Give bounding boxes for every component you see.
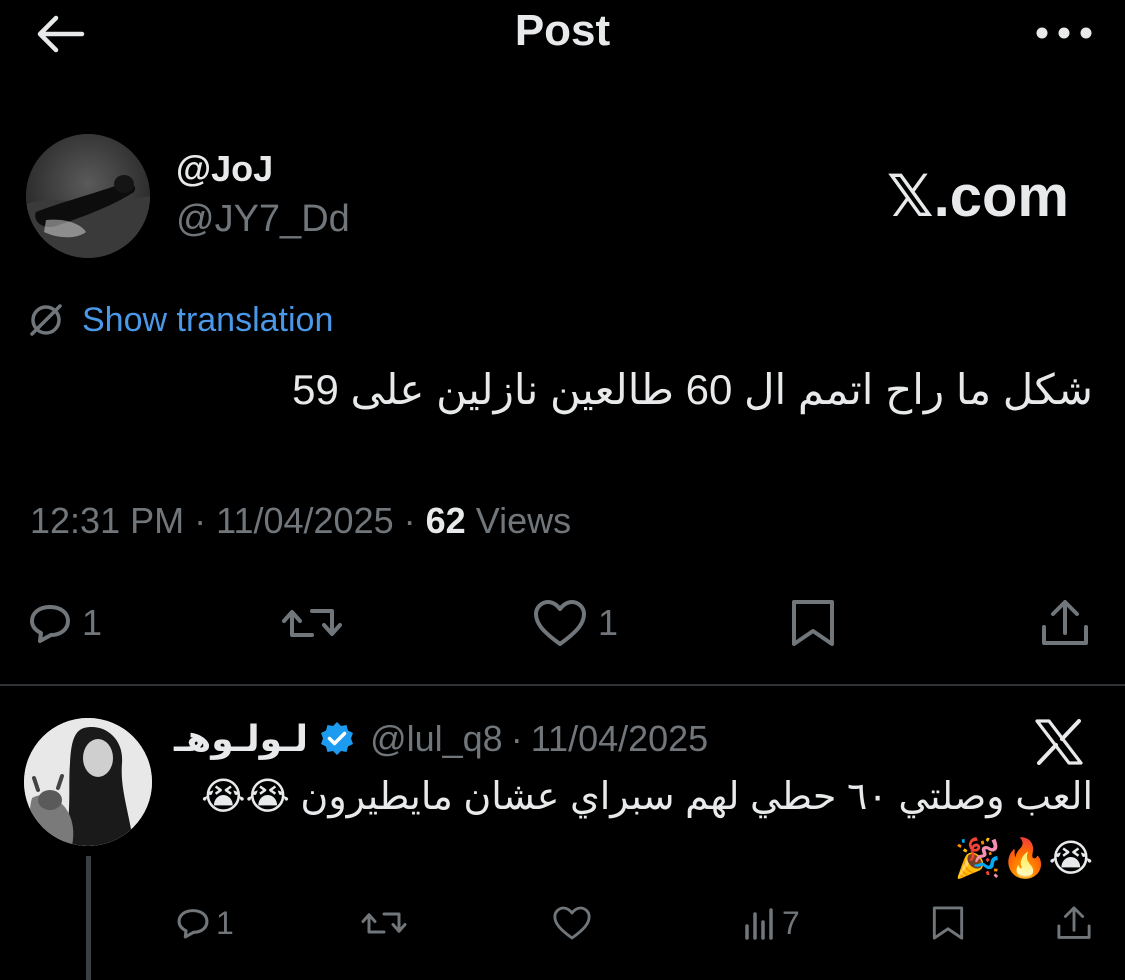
post-date: 11/04/2025: [216, 500, 394, 541]
like-icon: [534, 600, 586, 646]
reply-views-count: 7: [782, 904, 800, 941]
x-logo-icon: [1035, 719, 1083, 765]
views-label: Views: [475, 500, 572, 541]
reply-repost-button[interactable]: [360, 888, 408, 958]
author-avatar[interactable]: [26, 134, 150, 258]
reply-like-button[interactable]: [552, 888, 592, 958]
reply-date[interactable]: 11/04/2025: [531, 718, 709, 760]
watermark-text: 𝕏.com: [886, 164, 1069, 229]
reply-share-button[interactable]: [1056, 888, 1092, 958]
reply-avatar[interactable]: [24, 718, 152, 846]
reply-separator: ·: [510, 718, 523, 759]
reply-count: 1: [82, 602, 103, 643]
reply-actions: 1 7: [0, 888, 1125, 958]
page-title: Post: [514, 6, 611, 55]
avatar-image: [24, 718, 152, 846]
author-display-name[interactable]: @JoJ: [176, 148, 273, 190]
share-button[interactable]: [1040, 588, 1090, 658]
views-icon: [745, 908, 773, 940]
like-icon: [553, 906, 591, 940]
like-count: 1: [598, 602, 619, 643]
post-text: شكل ما راح اتمم ال 60 طالعين نازلين على …: [292, 366, 1093, 413]
post-actions: 1 1: [0, 588, 1125, 658]
show-translation-link[interactable]: Show translation: [26, 298, 333, 342]
top-bar: Post: [0, 0, 1125, 70]
meta-separator: ·: [194, 500, 217, 541]
verified-icon: [321, 722, 354, 755]
x-com-watermark: 𝕏.com: [887, 164, 1069, 229]
post-page: Post @JoJ @JY7_Dd 𝕏.com Show translation…: [0, 0, 1125, 980]
reply-bookmark-button[interactable]: [930, 888, 966, 958]
reply-views-button[interactable]: 7: [744, 888, 800, 958]
share-icon: [1042, 600, 1088, 645]
reply-button[interactable]: 1: [28, 588, 102, 658]
avatar-image: [26, 134, 150, 258]
divider: [0, 684, 1125, 686]
meta-separator: ·: [403, 500, 426, 541]
bookmark-icon: [932, 906, 964, 940]
reply-reply-count: 1: [216, 904, 234, 941]
reply-icon: [30, 605, 70, 643]
retweet-icon: [282, 609, 342, 637]
more-icon: [1036, 27, 1092, 39]
x-logo: [1031, 716, 1087, 768]
reply-icon: [177, 909, 209, 939]
post-time: 12:31 PM: [30, 500, 185, 541]
reply-display-name[interactable]: لـولـوهـ: [174, 718, 308, 760]
like-button[interactable]: 1: [532, 588, 618, 658]
reply-handle[interactable]: @lul_q8: [370, 718, 503, 760]
retweet-icon: [361, 912, 407, 934]
reply-text: العب وصلتي ٦٠ حطي لهم سبراي عشان مايطيرو…: [201, 776, 1093, 880]
repost-button[interactable]: [280, 588, 344, 658]
views-count[interactable]: 62: [426, 500, 466, 541]
share-icon: [1057, 906, 1091, 939]
author-handle[interactable]: @JY7_Dd: [176, 198, 350, 241]
more-options-button[interactable]: [1029, 10, 1099, 56]
post-meta: 12:31 PM · 11/04/2025 · 62 Views: [30, 500, 571, 542]
bookmark-icon: [792, 600, 834, 646]
reply-reply-button[interactable]: 1: [176, 888, 234, 958]
bookmark-button[interactable]: [788, 588, 838, 658]
back-arrow-icon: [37, 15, 85, 53]
reply-header: لـولـوهـ @lul_q8 · 11/04/2025: [174, 714, 708, 764]
back-button[interactable]: [30, 8, 90, 60]
verified-badge[interactable]: [318, 720, 356, 758]
translate-icon: [30, 304, 62, 336]
translate-label: Show translation: [82, 300, 334, 339]
